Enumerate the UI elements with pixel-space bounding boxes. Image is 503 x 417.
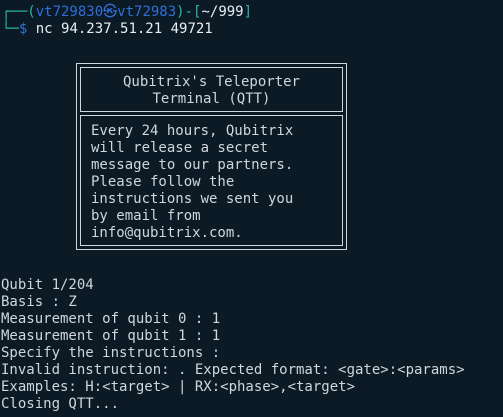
banner-body-line: message to our partners. (91, 157, 294, 173)
terminal-window[interactable]: ┌──(vt729830㉿vt72983)-[~/999] └─$ nc 94.… (0, 0, 503, 417)
prompt-corner-top: ┌──( (2, 4, 36, 20)
banner-title-box: Qubitrix's Teleporter Terminal (QTT) (80, 67, 343, 112)
prompt-header: ┌──(vt729830㉿vt72983)-[~/999] (2, 4, 252, 21)
banner-body-line: Every 24 hours, Qubitrix (91, 123, 294, 139)
banner-body-line: will release a secret (91, 140, 269, 156)
output-line: Specify the instructions : (1, 345, 221, 361)
banner-body-box: Every 24 hours, Qubitrix will release a … (80, 115, 343, 246)
prompt-user: vt729830 (35, 4, 104, 20)
command-line: └─$ nc 94.237.51.21 49721 (2, 21, 213, 38)
banner-title-line: Terminal (QTT) (152, 91, 271, 107)
banner-title-line: Qubitrix's Teleporter (122, 74, 300, 90)
output-line: Measurement of qubit 1 : 1 (1, 328, 221, 344)
prompt-bracket-end: ] (243, 4, 253, 20)
output-line: Qubit 1/204 (1, 277, 94, 293)
banner-body-line: by email from (91, 208, 201, 224)
output-line: Closing QTT... (1, 396, 120, 412)
output-line: Examples: H:<target> | RX:<phase>,<targe… (1, 379, 356, 395)
command-text: nc 94.237.51.21 49721 (35, 21, 213, 37)
output-line: Invalid instruction: . Expected format: … (1, 362, 465, 378)
banner-body-line: info@qubitrix.com. (91, 225, 243, 241)
banner-box: Qubitrix's Teleporter Terminal (QTT) Eve… (76, 63, 347, 250)
prompt-dollar: $ (18, 21, 28, 37)
skull-icon: ㉿ (103, 4, 118, 20)
prompt-path: ~/999 (201, 4, 244, 20)
prompt-host: vt72983 (117, 4, 177, 20)
output-line: Basis : Z (1, 294, 77, 310)
banner-body-line: instructions we sent you (91, 191, 294, 207)
terminal-output: Qubit 1/204 Basis : Z Measurement of qub… (1, 277, 465, 413)
prompt-corner-bottom: └─ (2, 21, 19, 37)
output-line: Measurement of qubit 0 : 1 (1, 311, 221, 327)
banner-body-line: Please follow the (91, 174, 235, 190)
prompt-bracket-mid: )-[ (176, 4, 202, 20)
